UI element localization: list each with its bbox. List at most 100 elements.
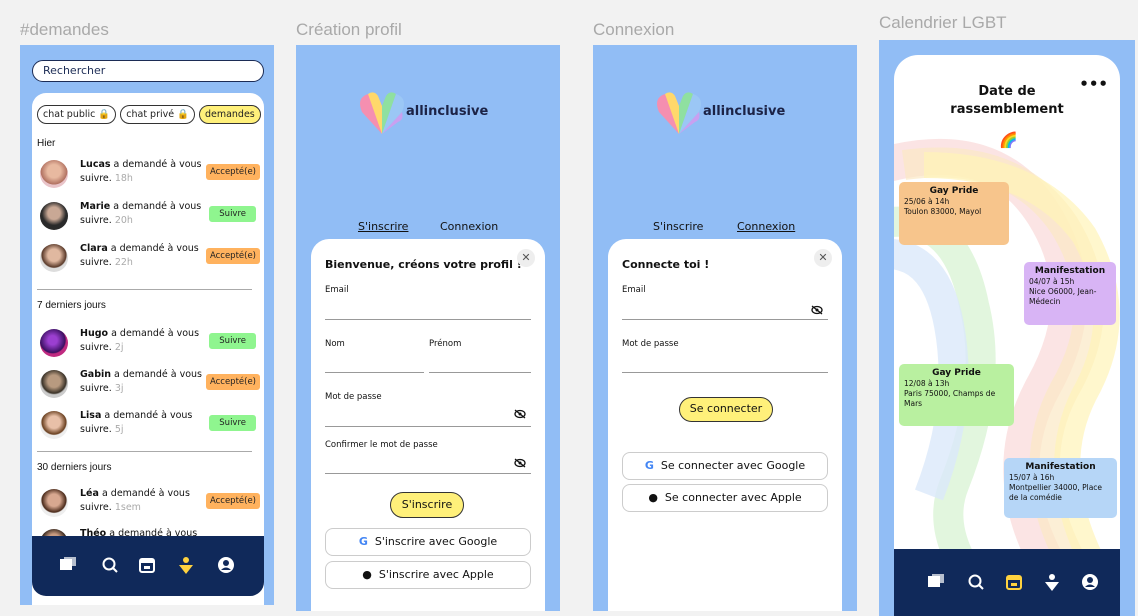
eye-slash-icon[interactable]: [514, 458, 526, 471]
page-title: Date de rassemblement: [950, 84, 1064, 117]
avatar[interactable]: [40, 411, 68, 439]
password-field[interactable]: [622, 372, 828, 373]
event-title: Gay Pride: [929, 186, 979, 196]
requester-name[interactable]: Lucas: [80, 159, 111, 170]
prenom-field[interactable]: [429, 372, 531, 373]
section-7-jours: 7 derniers jours: [37, 300, 106, 311]
signup-button[interactable]: S'inscrire: [390, 492, 464, 518]
requester-name[interactable]: Gabin: [80, 369, 111, 380]
google-icon: G: [644, 459, 654, 472]
accepted-button[interactable]: Accepté(e): [205, 248, 260, 264]
apple-icon: ●: [648, 491, 658, 504]
search-icon[interactable]: [966, 573, 986, 593]
google-login-label: Se connecter avec Google: [660, 459, 806, 472]
follow-button[interactable]: Suivre: [209, 333, 256, 349]
calendar-icon[interactable]: [137, 556, 157, 576]
request-time: 18h: [114, 173, 133, 184]
avatar[interactable]: [40, 202, 68, 230]
brand-name: allinclusive: [703, 104, 786, 119]
profile-icon[interactable]: [216, 556, 236, 576]
connexion-screen: allinclusive S'inscrire Connexion Connec…: [593, 45, 857, 611]
request-row: Clara a demandé à vous suivre. 22h Accep…: [40, 242, 260, 280]
tab-signup[interactable]: S'inscrire: [358, 220, 408, 233]
google-signup-button[interactable]: G S'inscrire avec Google: [325, 528, 531, 556]
confirm-password-label: Confirmer le mot de passe: [325, 440, 438, 450]
creation-screen: allinclusive S'inscrire Connexion Bienve…: [296, 45, 560, 611]
requester-name[interactable]: Léa: [80, 488, 99, 499]
demandes-screen: Rechercher chat public 🔒 chat privé 🔒 de…: [20, 45, 274, 605]
avatar[interactable]: [40, 160, 68, 188]
avatar[interactable]: [40, 489, 68, 517]
event-card[interactable]: Gay Pride 25/06 à 14h Toulon 83000, Mayo…: [899, 182, 1009, 245]
frame-title-connexion: Connexion: [593, 20, 675, 39]
requester-name[interactable]: Marie: [80, 201, 110, 212]
prenom-label: Prénom: [429, 339, 462, 349]
sheet-title: Bienvenue, créons votre profil !: [325, 258, 522, 271]
request-row: Léa a demandé à vous suivre. 1sem Accept…: [40, 487, 260, 525]
heart-rainbow-icon: [657, 92, 701, 134]
apple-login-button[interactable]: ● Se connecter avec Apple: [622, 484, 828, 512]
calendar-icon[interactable]: [1004, 573, 1024, 593]
event-date: 04/07 à 15h: [1029, 277, 1075, 286]
password-label: Mot de passe: [325, 392, 382, 402]
request-row: Lucas a demandé à vous suivre. 18h Accep…: [40, 158, 260, 196]
event-place: Nice O6000, Jean-Médecin: [1029, 287, 1097, 306]
event-card[interactable]: Gay Pride 12/08 à 13h Paris 75000, Champ…: [899, 364, 1014, 426]
tab-login[interactable]: Connexion: [440, 220, 498, 233]
request-row: Marie a demandé à vous suivre. 20h Suivr…: [40, 200, 260, 238]
pill-chat-public[interactable]: chat public 🔒: [37, 105, 117, 124]
accepted-button[interactable]: Accepté(e): [205, 374, 260, 390]
chat-filter-pills: chat public 🔒 chat privé 🔒 demandes: [37, 105, 261, 124]
request-row: Gabin a demandé à vous suivre. 3j Accept…: [40, 368, 260, 406]
follow-button[interactable]: Suivre: [209, 415, 256, 431]
chat-icon[interactable]: [926, 573, 946, 593]
calendar-card: ••• Date de rassemblement 🌈 Gay Pride 25/…: [894, 55, 1120, 616]
email-field[interactable]: [325, 319, 531, 320]
demandes-icon[interactable]: [1042, 573, 1062, 593]
avatar[interactable]: [40, 370, 68, 398]
login-sheet: Connecte toi ! ✕ Email Mot de passe Se c…: [608, 239, 842, 611]
nom-field[interactable]: [325, 372, 424, 373]
brand-logo: allinclusive: [655, 90, 805, 140]
request-time: 3j: [114, 383, 124, 394]
frame-title-calendrier: Calendrier LGBT: [879, 13, 1007, 32]
requester-name[interactable]: Lisa: [80, 410, 101, 421]
search-icon[interactable]: [100, 556, 120, 576]
tab-signup[interactable]: S'inscrire: [653, 220, 703, 233]
follow-button[interactable]: Suivre: [209, 206, 256, 222]
eye-slash-icon[interactable]: [811, 305, 823, 318]
confirm-password-field[interactable]: [325, 473, 531, 474]
apple-signup-button[interactable]: ● S'inscrire avec Apple: [325, 561, 531, 589]
profile-icon[interactable]: [1080, 573, 1100, 593]
google-icon: G: [358, 535, 368, 548]
request-row: Hugo a demandé à vous suivre. 2j Suivre: [40, 327, 260, 365]
close-icon[interactable]: ✕: [517, 249, 535, 267]
apple-login-label: Se connecter avec Apple: [664, 491, 802, 504]
demandes-icon[interactable]: [176, 556, 196, 576]
accepted-button[interactable]: Accepté(e): [205, 164, 260, 180]
section-30-jours: 30 derniers jours: [37, 462, 112, 473]
requester-name[interactable]: Hugo: [80, 328, 108, 339]
event-card[interactable]: Manifestation 04/07 à 15h Nice O6000, Je…: [1024, 262, 1116, 325]
accepted-button[interactable]: Accepté(e): [205, 493, 260, 509]
tab-login[interactable]: Connexion: [737, 220, 795, 233]
login-button[interactable]: Se connecter: [679, 397, 773, 422]
pill-demandes[interactable]: demandes: [198, 105, 261, 124]
requester-name[interactable]: Clara: [80, 243, 108, 254]
requests-panel: chat public 🔒 chat privé 🔒 demandes Hier…: [32, 93, 264, 605]
event-card[interactable]: Manifestation 15/07 à 16h Montpellier 34…: [1004, 458, 1117, 518]
avatar[interactable]: [40, 244, 68, 272]
eye-slash-icon[interactable]: [514, 409, 526, 422]
email-field[interactable]: [622, 319, 828, 320]
password-field[interactable]: [325, 426, 531, 427]
chat-icon[interactable]: [58, 556, 78, 576]
event-date: 12/08 à 13h: [904, 379, 950, 388]
close-icon[interactable]: ✕: [814, 249, 832, 267]
request-time: 2j: [114, 342, 124, 353]
avatar[interactable]: [40, 329, 68, 357]
google-login-button[interactable]: G Se connecter avec Google: [622, 452, 828, 480]
search-input[interactable]: Rechercher: [32, 60, 264, 82]
heart-rainbow-icon: [360, 92, 404, 134]
pill-chat-prive[interactable]: chat privé 🔒: [120, 105, 195, 124]
brand-name: allinclusive: [406, 104, 489, 119]
